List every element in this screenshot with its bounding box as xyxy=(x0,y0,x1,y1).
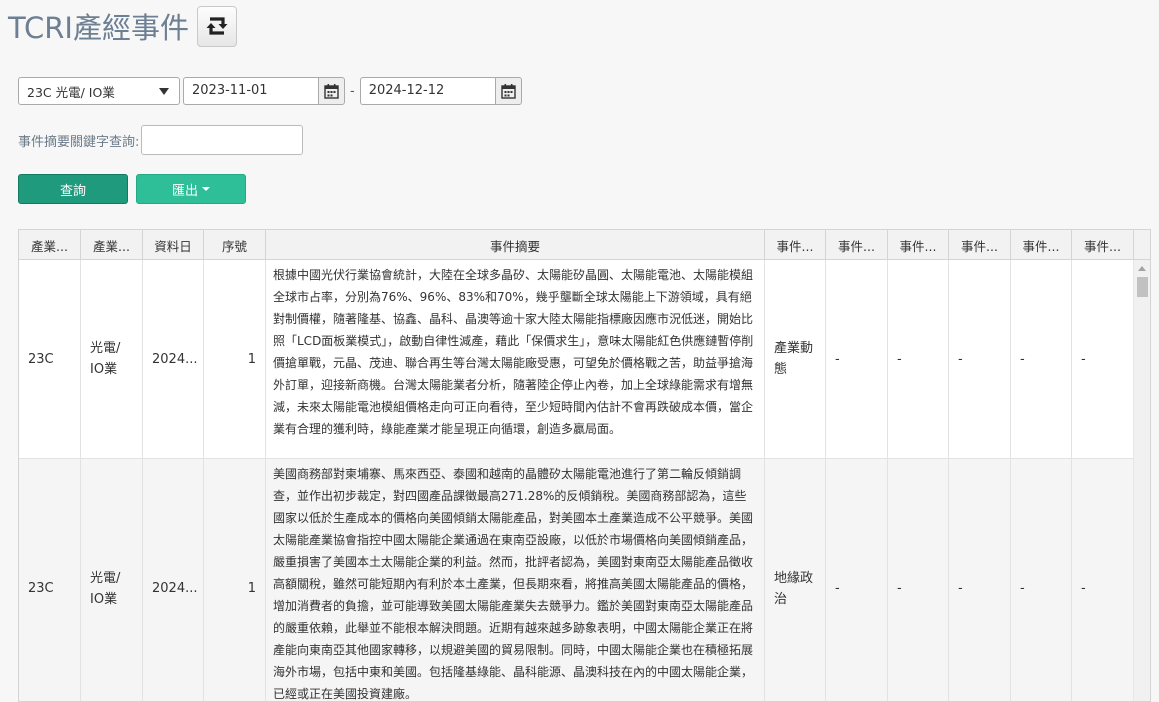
date-to-calendar-button[interactable] xyxy=(494,77,522,105)
column-header-event-2[interactable]: 事件... xyxy=(826,230,888,260)
cell-data-date: 2024... xyxy=(143,459,204,701)
cell-event-type: 產業動 態 xyxy=(765,260,826,458)
table-row[interactable]: 23C 光電/ IO業 2024... 1 根據中國光伏行業協會統計，大陸在全球… xyxy=(19,260,1134,459)
calendar-icon xyxy=(501,83,516,99)
refresh-icon xyxy=(206,17,228,35)
column-header-industry-code[interactable]: 產業... xyxy=(19,230,81,260)
column-header-data-date[interactable]: 資料日 xyxy=(143,230,204,260)
caret-down-icon xyxy=(202,187,210,191)
column-header-event-4[interactable]: 事件... xyxy=(949,230,1011,260)
scroll-up-arrow-icon[interactable] xyxy=(1138,266,1146,271)
vertical-scrollbar[interactable] xyxy=(1133,260,1150,701)
grid-header: 產業... 產業... 資料日 序號 事件摘要 事件... 事件... 事件..… xyxy=(19,230,1150,260)
column-header-industry-name[interactable]: 產業... xyxy=(81,230,143,260)
column-header-event-6[interactable]: 事件... xyxy=(1072,230,1134,260)
title-row: TCRI產經事件 xyxy=(8,4,237,48)
cell-event-3: - xyxy=(888,459,949,701)
cell-seq: 1 xyxy=(204,260,266,458)
cell-event-3: - xyxy=(888,260,949,458)
cell-event-4: - xyxy=(949,260,1011,458)
cell-event-5: - xyxy=(1011,260,1072,458)
date-from-group: 2023-11-01 xyxy=(183,77,345,105)
date-to-input[interactable]: 2024-12-12 xyxy=(359,77,495,105)
industry-select[interactable]: 23C 光電/ IO業 xyxy=(18,77,180,105)
cell-event-5: - xyxy=(1011,459,1072,701)
cell-summary: 美國商務部對柬埔寨、馬來西亞、泰國和越南的晶體矽太陽能電池進行了第二輪反傾銷調查… xyxy=(266,459,765,701)
keyword-label: 事件摘要關鍵字查詢: xyxy=(18,134,140,150)
cell-event-2: - xyxy=(826,459,888,701)
cell-summary: 根據中國光伏行業協會統計，大陸在全球多晶矽、太陽能矽晶圓、太陽能電池、太陽能模組… xyxy=(266,260,765,458)
cell-industry-name: 光電/ IO業 xyxy=(81,260,143,458)
cell-data-date: 2024... xyxy=(143,260,204,458)
date-from-input[interactable]: 2023-11-01 xyxy=(183,77,318,105)
cell-event-4: - xyxy=(949,459,1011,701)
date-from-calendar-button[interactable] xyxy=(318,77,345,105)
cell-industry-code: 23C xyxy=(19,459,81,701)
cell-event-2: - xyxy=(826,260,888,458)
query-button-label: 查詢 xyxy=(59,183,86,199)
export-button[interactable]: 匯出 xyxy=(136,174,246,204)
cell-industry-name: 光電/ IO業 xyxy=(81,459,143,701)
page-title: TCRI產經事件 xyxy=(8,11,189,45)
scroll-thumb[interactable] xyxy=(1137,277,1148,297)
cell-event-type: 地緣政 治 xyxy=(765,459,826,701)
grid-body: 23C 光電/ IO業 2024... 1 根據中國光伏行業協會統計，大陸在全球… xyxy=(19,260,1134,701)
date-range-separator: - xyxy=(350,83,355,99)
column-header-event-3[interactable]: 事件... xyxy=(888,230,949,260)
query-button[interactable]: 查詢 xyxy=(18,174,128,204)
export-button-label: 匯出 xyxy=(171,183,198,199)
events-grid: 產業... 產業... 資料日 序號 事件摘要 事件... 事件... 事件..… xyxy=(18,229,1151,702)
column-header-summary[interactable]: 事件摘要 xyxy=(266,230,765,260)
refresh-button[interactable] xyxy=(196,5,237,47)
column-header-event-type[interactable]: 事件... xyxy=(765,230,826,260)
keyword-row: 事件摘要關鍵字查詢: xyxy=(18,125,304,155)
filter-row: 23C 光電/ IO業 2023-11-01 - 2024-12-12 xyxy=(18,77,522,105)
caret-down-icon xyxy=(159,88,169,95)
cell-seq: 1 xyxy=(204,459,266,701)
date-to-group: 2024-12-12 xyxy=(359,77,522,105)
cell-event-6: - xyxy=(1072,459,1134,701)
table-row[interactable]: 23C 光電/ IO業 2024... 1 美國商務部對柬埔寨、馬來西亞、泰國和… xyxy=(19,459,1134,701)
button-row: 查詢 匯出 xyxy=(18,174,246,204)
keyword-input[interactable] xyxy=(141,125,304,155)
industry-select-value: 23C 光電/ IO業 xyxy=(27,84,115,100)
calendar-icon xyxy=(324,83,339,99)
cell-event-6: - xyxy=(1072,260,1134,458)
cell-industry-code: 23C xyxy=(19,260,81,458)
column-header-seq[interactable]: 序號 xyxy=(204,230,266,260)
column-header-event-5[interactable]: 事件... xyxy=(1011,230,1072,260)
